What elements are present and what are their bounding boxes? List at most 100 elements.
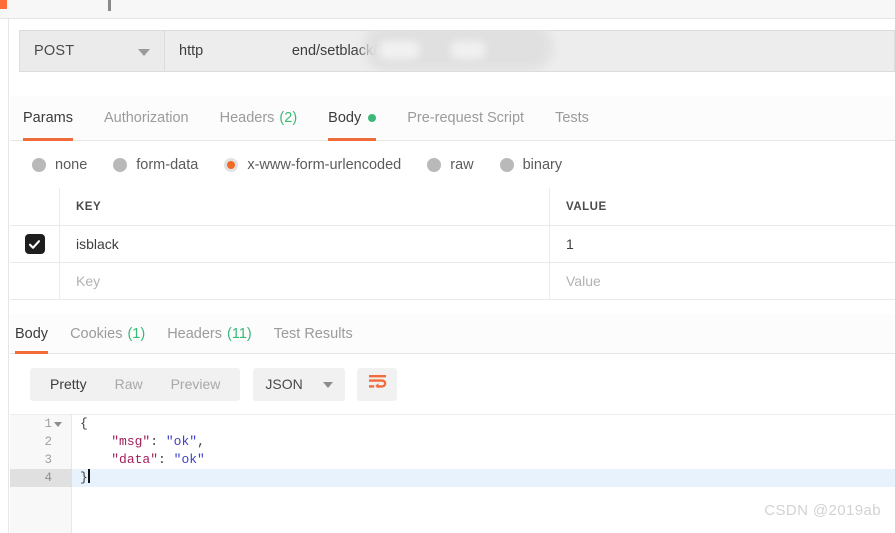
response-tab-body[interactable]: Body [15, 314, 49, 354]
response-tab-cookies-label: Cookies [70, 325, 123, 342]
table-header-row: KEY VALUE [10, 188, 895, 226]
radio-icon-raw [427, 157, 442, 172]
row-checkbox-cell-empty[interactable] [10, 263, 60, 299]
code-token-comma: , [197, 434, 205, 449]
body-type-form-data-label: form-data [136, 156, 199, 173]
word-wrap-icon [368, 374, 387, 395]
request-tab-bar: Params Authorization Headers (2) Body Pr… [10, 96, 895, 141]
tab-body-label: Body [328, 110, 362, 126]
http-method-selector[interactable]: POST [19, 30, 164, 72]
line-number: 2 [44, 435, 52, 449]
checkbox-checked-icon[interactable] [24, 234, 45, 254]
tab-authorization[interactable]: Authorization [104, 96, 189, 141]
table-row[interactable]: Key Value [10, 263, 895, 300]
tab-params[interactable]: Params [23, 96, 73, 141]
code-line[interactable]: 3 "data": "ok" [44, 451, 895, 469]
http-method-label: POST [34, 43, 75, 59]
response-format-selector[interactable]: JSON [253, 367, 346, 401]
code-token-brace-open: { [80, 416, 88, 431]
row-key-cell[interactable]: isblack [60, 226, 550, 262]
row-key-placeholder: Key [76, 273, 101, 289]
view-mode-pretty[interactable]: Pretty [36, 368, 101, 401]
row-value-cell[interactable]: 1 [550, 226, 895, 262]
body-type-urlencoded-label: x-www-form-urlencoded [247, 156, 402, 173]
body-type-raw-label: raw [450, 156, 474, 173]
tab-headers[interactable]: Headers (2) [220, 96, 298, 141]
code-token-key: "msg" [111, 434, 151, 449]
row-value-cell-empty[interactable]: Value [550, 263, 895, 299]
response-tab-bar: Body Cookies (1) Headers (11) Test Resul… [10, 314, 895, 354]
tab-text-cursor [108, 0, 111, 11]
radio-icon-none [32, 157, 46, 172]
code-line-selected[interactable]: 4 } [10, 469, 895, 487]
body-type-urlencoded[interactable]: x-www-form-urlencoded [224, 157, 401, 173]
word-wrap-button[interactable] [357, 367, 398, 401]
chevron-down-icon [323, 381, 334, 388]
response-body-editor[interactable]: 1 { 2 "msg": "ok", 3 "data": "ok" 4 } [10, 414, 895, 533]
url-redaction-blur-patch-a [379, 41, 419, 59]
response-tab-headers-count: (11) [227, 325, 252, 342]
view-mode-raw[interactable]: Raw [101, 368, 157, 401]
watermark-text: CSDN @2019ab [764, 502, 881, 519]
code-fold-arrow-icon[interactable] [54, 422, 62, 427]
tab-authorization-label: Authorization [103, 110, 189, 126]
body-type-none[interactable]: none [32, 157, 87, 173]
tab-params-label: Params [23, 110, 73, 126]
body-modified-dot-icon [368, 114, 377, 122]
response-tab-cookies-count: (1) [127, 325, 146, 342]
code-token-brace-close: } [80, 470, 88, 485]
url-prefix-text: http [179, 43, 204, 59]
tab-tests-label: Tests [555, 110, 589, 126]
line-number: 3 [44, 453, 52, 467]
row-checkbox-cell[interactable] [10, 226, 60, 262]
chevron-down-icon [138, 49, 150, 56]
response-tab-headers-label: Headers [167, 325, 222, 342]
column-header-value: VALUE [566, 200, 607, 213]
window-tab-strip [0, 0, 895, 19]
view-mode-preview[interactable]: Preview [157, 368, 235, 401]
radio-icon-form-data [113, 157, 128, 172]
body-type-form-data[interactable]: form-data [113, 157, 198, 173]
sidebar-edge [0, 19, 9, 533]
tab-pre-request-script-label: Pre-request Script [407, 110, 525, 126]
response-tab-headers[interactable]: Headers (11) [167, 314, 252, 354]
body-type-none-label: none [55, 156, 88, 173]
tab-tests[interactable]: Tests [555, 96, 589, 141]
row-key-text: isblack [76, 236, 119, 252]
code-token-value: "ok" [173, 452, 205, 467]
table-row[interactable]: isblack 1 [10, 226, 895, 263]
code-token-value: "ok" [165, 434, 198, 449]
radio-icon-urlencoded-selected [224, 157, 239, 172]
url-redaction-blur-patch-b [451, 41, 485, 59]
view-mode-segmented-control: Pretty Raw Preview [30, 367, 241, 401]
tab-accent-marker [0, 0, 7, 9]
body-type-binary-label: binary [522, 156, 563, 173]
postman-window: POST http end/setblack/14 Params Authori… [0, 0, 895, 533]
line-number: 4 [10, 469, 72, 487]
response-tab-cookies[interactable]: Cookies (1) [70, 314, 145, 354]
request-url-bar: POST http end/setblack/14 [19, 30, 895, 72]
column-header-key: KEY [76, 200, 102, 213]
code-line[interactable]: 2 "msg": "ok", [44, 433, 895, 451]
text-cursor [87, 469, 90, 483]
tab-headers-label: Headers [219, 110, 275, 126]
body-params-table: KEY VALUE isblack 1 Key Value [10, 188, 895, 300]
response-format-label: JSON [265, 376, 303, 392]
row-key-cell-empty[interactable]: Key [60, 263, 550, 299]
tab-body[interactable]: Body [328, 96, 377, 141]
body-type-binary[interactable]: binary [499, 156, 563, 173]
code-token-colon: : [158, 452, 174, 467]
code-token-colon: : [150, 434, 166, 449]
tab-pre-request-script[interactable]: Pre-request Script [407, 96, 524, 141]
body-type-raw[interactable]: raw [427, 156, 474, 173]
url-input[interactable]: http end/setblack/14 [164, 30, 895, 72]
row-value-placeholder: Value [566, 273, 601, 289]
body-type-radio-group: none form-data x-www-form-urlencoded raw… [10, 141, 895, 188]
table-header-checkbox-cell [10, 188, 60, 225]
code-token-key: "data" [111, 452, 159, 467]
code-line[interactable]: 1 { [44, 415, 895, 433]
radio-icon-binary [499, 157, 514, 172]
response-tab-test-results[interactable]: Test Results [274, 314, 353, 354]
